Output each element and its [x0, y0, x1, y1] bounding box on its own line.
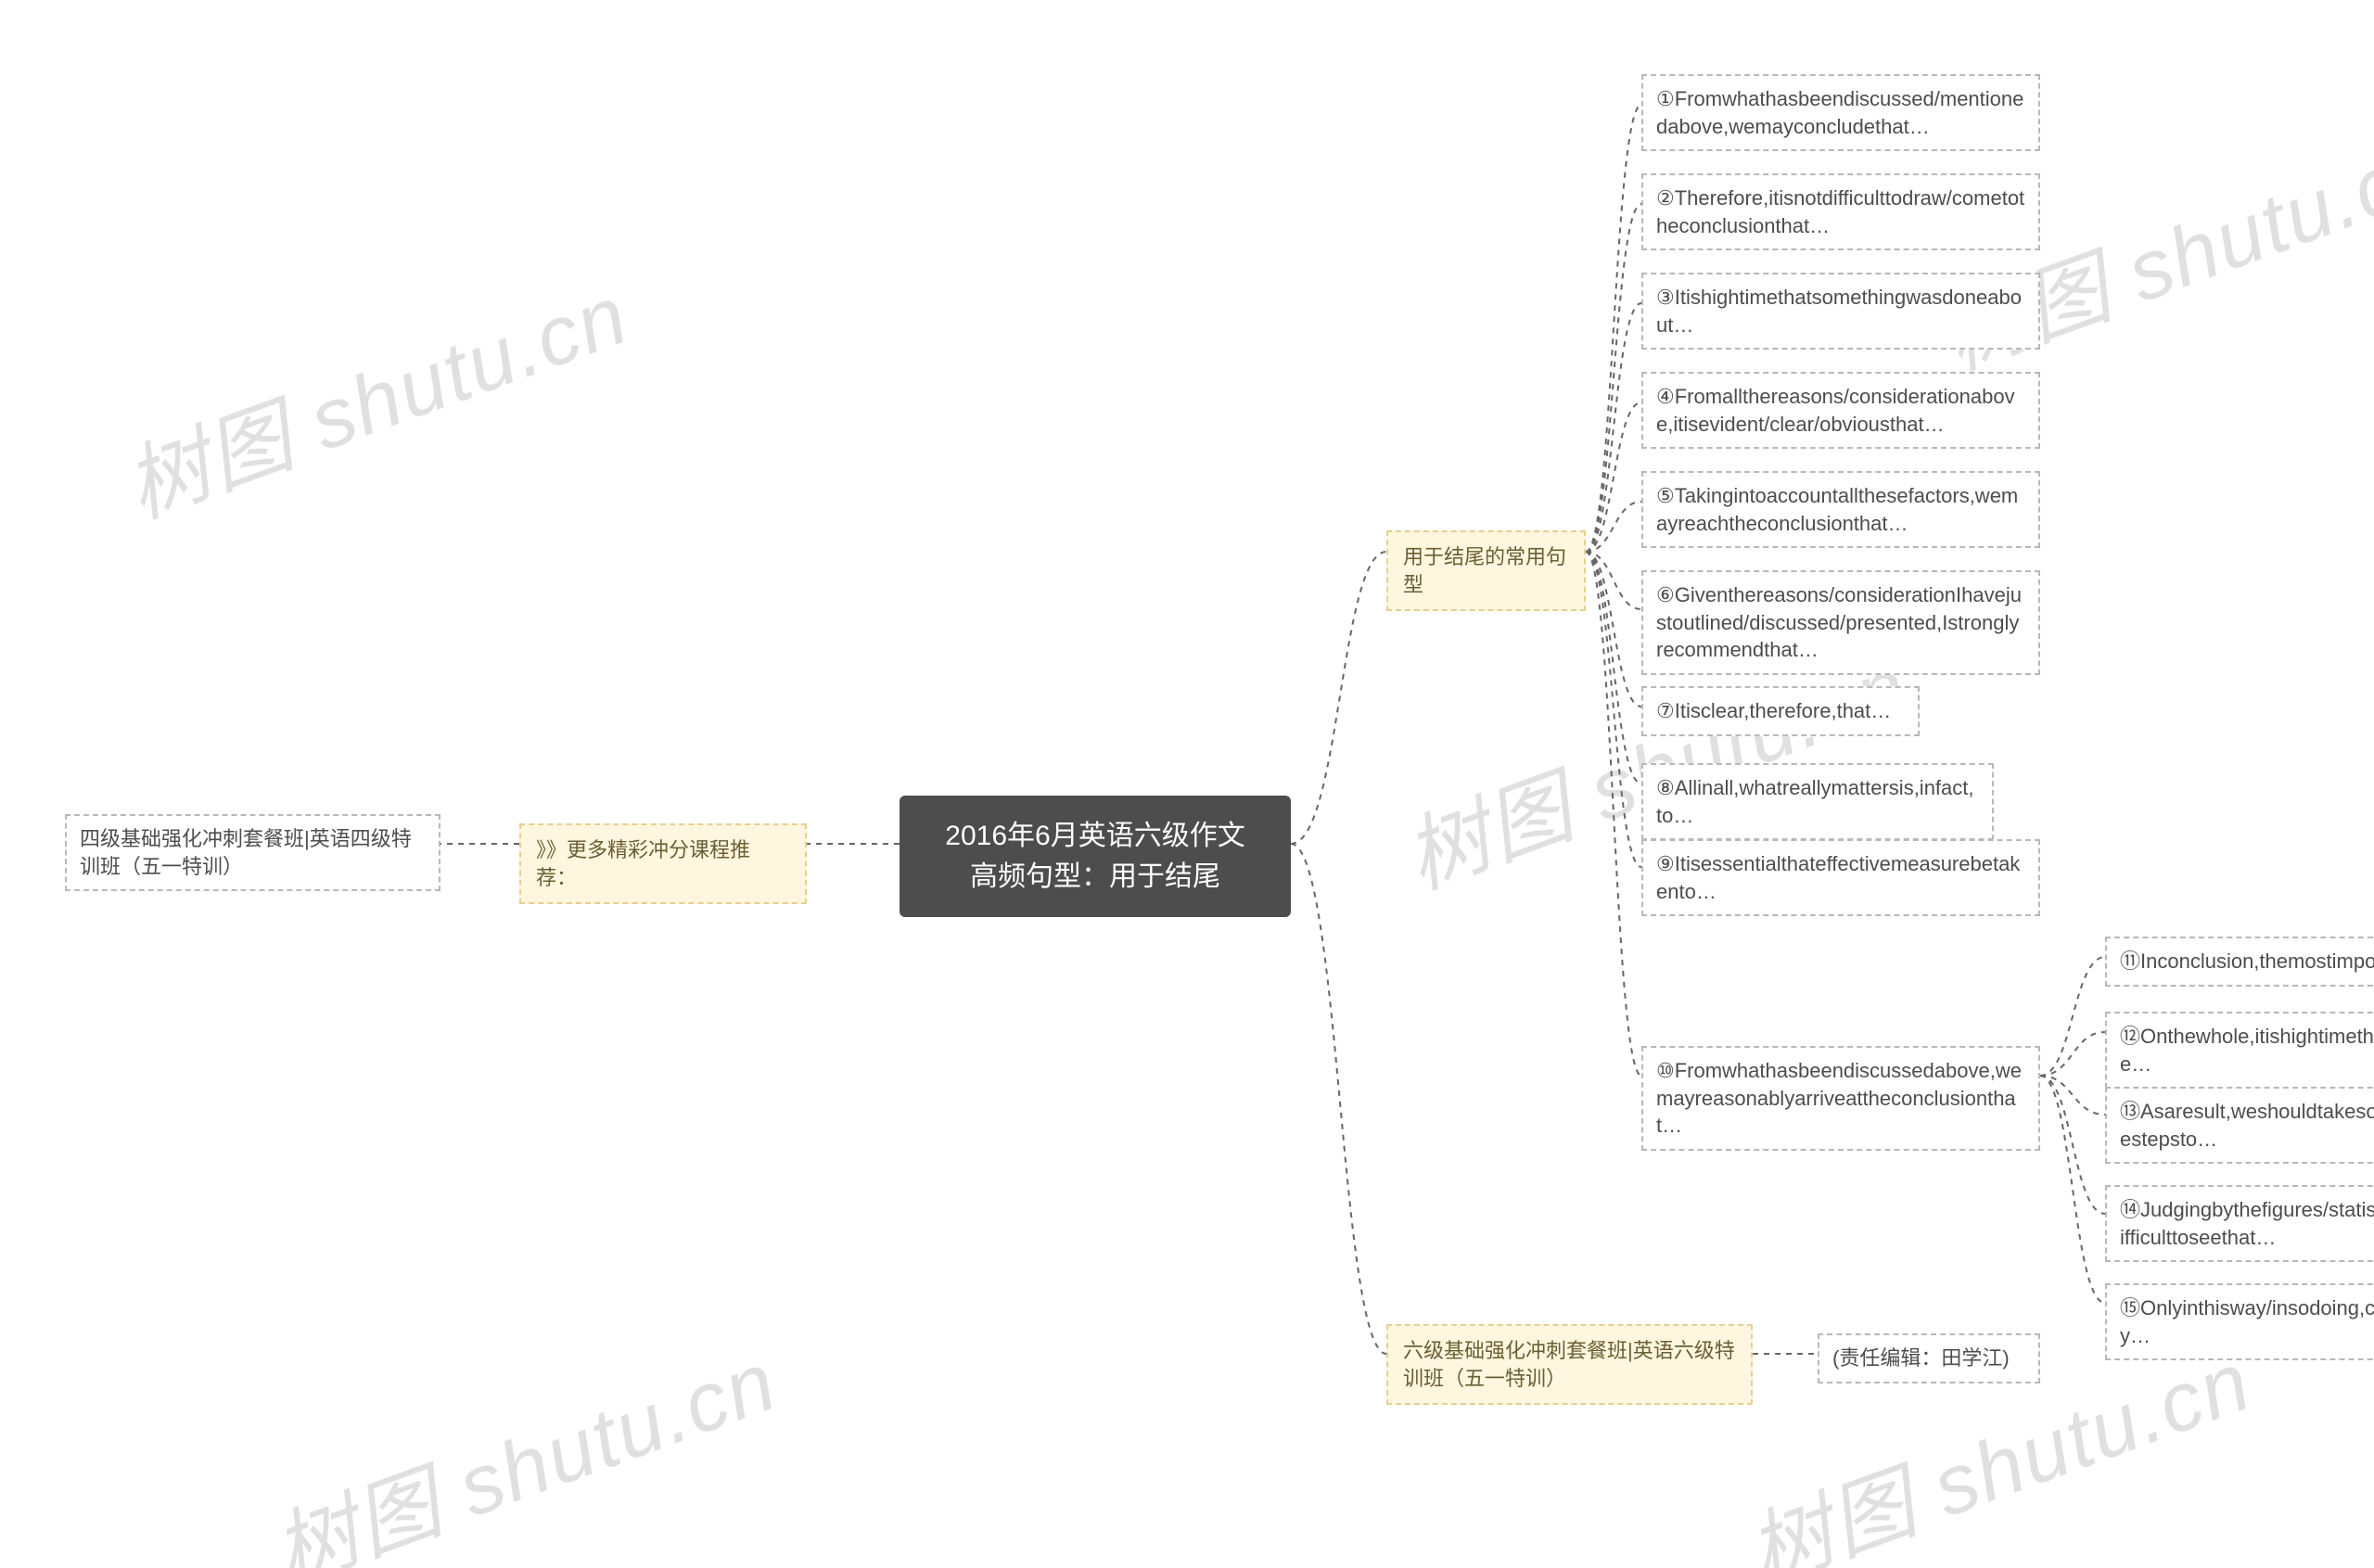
- sentence-sub-13[interactable]: ⑬Asaresult,weshouldtakesomeeffectivestep…: [2105, 1087, 2374, 1164]
- sentence-text: ①Fromwhathasbeendiscussed/mentionedabove…: [1656, 87, 2023, 138]
- sentence-text: ⑧Allinall,whatreallymattersis,infact,to…: [1656, 776, 1974, 827]
- mindmap-canvas: 树图 shutu.cn 树图 shutu.cn 树图 shutu.cn 树图 s…: [0, 0, 2374, 1568]
- sentence-text: ⑥Giventhereasons/considerationIhavejusto…: [1656, 583, 2022, 661]
- sentence-text: ④Fromallthereasons/considerationabove,it…: [1656, 385, 2015, 436]
- sentence-item-7[interactable]: ⑦Itisclear,therefore,that…: [1641, 686, 1920, 736]
- sentence-item-3[interactable]: ③Itishightimethatsomethingwasdoneabout…: [1641, 273, 2040, 350]
- root-title-line2: 高频句型：用于结尾: [970, 861, 1220, 892]
- root-node[interactable]: 2016年6月英语六级作文 高频句型：用于结尾: [900, 796, 1291, 917]
- sentence-text: ⑤Takingintoaccountallthesefactors,wemayr…: [1656, 484, 2018, 535]
- branch1-label: 用于结尾的常用句型: [1403, 545, 1566, 596]
- branch2-leaf-node[interactable]: (责任编辑：田学江): [1818, 1333, 2040, 1383]
- sentence-sub-14[interactable]: ⑭Judgingbythefigures/statistics,itisnotd…: [2105, 1185, 2374, 1262]
- sentence-text: ⑬Asaresult,weshouldtakesomeeffectivestep…: [2120, 1100, 2374, 1151]
- sentence-text: ⑪Inconclusion,themostimportantis…: [2120, 950, 2374, 973]
- sentence-item-6[interactable]: ⑥Giventhereasons/considerationIhavejusto…: [1641, 570, 2040, 675]
- left-branch-node[interactable]: 》》更多精彩冲分课程推荐：: [519, 823, 807, 904]
- sentence-item-1[interactable]: ①Fromwhathasbeendiscussed/mentionedabove…: [1641, 74, 2040, 151]
- sentence-item-9[interactable]: ⑨Itisessentialthateffectivemeasurebetake…: [1641, 839, 2040, 916]
- left-leaf-text: 四级基础强化冲刺套餐班|英语四级特训班（五一特训）: [80, 827, 412, 878]
- left-leaf-node[interactable]: 四级基础强化冲刺套餐班|英语四级特训班（五一特训）: [65, 814, 440, 891]
- sentence-item-5[interactable]: ⑤Takingintoaccountallthesefactors,wemayr…: [1641, 471, 2040, 548]
- sentence-text: ⑭Judgingbythefigures/statistics,itisnotd…: [2120, 1198, 2374, 1249]
- branch2-leaf-text: (责任编辑：田学江): [1832, 1346, 2010, 1370]
- sentence-sub-12[interactable]: ⑫Onthewhole,itishightimethateveryone…: [2105, 1012, 2374, 1089]
- sentence-item-10[interactable]: ⑩Fromwhathasbeendiscussedabove,wemayreas…: [1641, 1046, 2040, 1151]
- sentence-text: ⑩Fromwhathasbeendiscussedabove,wemayreas…: [1656, 1059, 2022, 1137]
- branch1-node[interactable]: 用于结尾的常用句型: [1386, 530, 1586, 611]
- sentence-text: ⑮Onlyinthisway/insodoing,canbereally…: [2120, 1296, 2374, 1347]
- watermark: 树图 shutu.cn: [107, 248, 642, 541]
- root-title-line1: 2016年6月英语六级作文: [945, 821, 1244, 851]
- sentence-item-8[interactable]: ⑧Allinall,whatreallymattersis,infact,to…: [1641, 763, 1994, 840]
- left-branch-label: 》》更多精彩冲分课程推荐：: [536, 838, 750, 889]
- sentence-text: ⑦Itisclear,therefore,that…: [1656, 699, 1891, 722]
- branch2-node[interactable]: 六级基础强化冲刺套餐班|英语六级特训班（五一特训）: [1386, 1324, 1753, 1405]
- sentence-text: ③Itishightimethatsomethingwasdoneabout…: [1656, 286, 2022, 337]
- sentence-item-2[interactable]: ②Therefore,itisnotdifficulttodraw/cometo…: [1641, 173, 2040, 250]
- sentence-sub-11[interactable]: ⑪Inconclusion,themostimportantis…: [2105, 937, 2374, 987]
- sentence-item-4[interactable]: ④Fromallthereasons/considerationabove,it…: [1641, 372, 2040, 449]
- watermark: 树图 shutu.cn: [255, 1314, 790, 1568]
- sentence-text: ⑨Itisessentialthateffectivemeasurebetake…: [1656, 852, 2020, 903]
- sentence-text: ②Therefore,itisnotdifficulttodraw/cometo…: [1656, 186, 2024, 237]
- sentence-text: ⑫Onthewhole,itishightimethateveryone…: [2120, 1025, 2374, 1076]
- branch2-label: 六级基础强化冲刺套餐班|英语六级特训班（五一特训）: [1403, 1339, 1735, 1390]
- sentence-sub-15[interactable]: ⑮Onlyinthisway/insodoing,canbereally…: [2105, 1283, 2374, 1360]
